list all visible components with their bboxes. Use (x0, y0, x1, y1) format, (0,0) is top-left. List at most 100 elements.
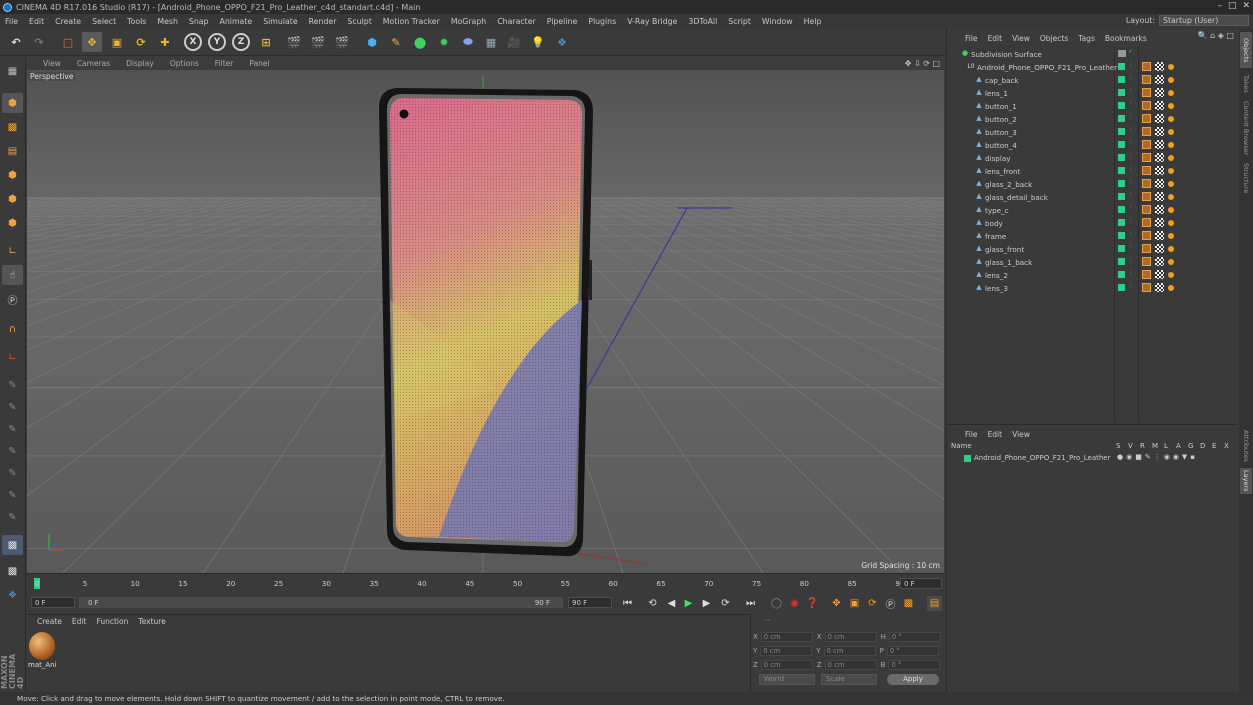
autokey-icon[interactable]: ◉ (787, 596, 802, 611)
menu-simulate[interactable]: Simulate (263, 17, 297, 26)
layer-row[interactable]: Android_Phone_OPPO_F21_Pro_Leather ●◉■✎⋮… (947, 453, 1239, 465)
visibility-dots-icon[interactable]: ⋮ (1128, 256, 1134, 263)
texture-tag-icon[interactable] (1155, 257, 1164, 266)
texture-tag-icon[interactable] (1155, 192, 1164, 201)
object-row[interactable]: ▲ glass_1_back ⋮ (947, 255, 1239, 268)
phong-tag-icon[interactable] (1168, 272, 1174, 278)
visibility-dots-icon[interactable]: ⋮ (1128, 113, 1134, 120)
minimize-button[interactable]: – (1217, 1, 1222, 11)
menu-create[interactable]: Create (55, 17, 81, 26)
visibility-dots-icon[interactable]: ⋮ (1128, 191, 1134, 198)
attr-menu-file[interactable]: File (965, 430, 978, 439)
coord-h-field[interactable]: 0 ° (888, 631, 941, 642)
play-icon[interactable]: ▶ (681, 596, 696, 611)
redo-icon[interactable]: ↷ (29, 32, 49, 52)
texture-tag-icon[interactable] (1155, 153, 1164, 162)
grid-snap-icon[interactable]: ▩ (2, 535, 23, 555)
obj-menu-file[interactable]: File (965, 34, 978, 43)
obj-menu-tags[interactable]: Tags (1078, 34, 1095, 43)
z-axis-lock-icon[interactable]: Z (232, 33, 250, 51)
coord-mode-dropdown[interactable]: World (759, 674, 815, 685)
scale-tool-icon[interactable]: ▣ (107, 32, 127, 52)
menu-help[interactable]: Help (804, 17, 822, 26)
prev-key-icon[interactable]: ⟲ (645, 596, 660, 611)
mat-menu-texture[interactable]: Texture (138, 617, 165, 626)
material-tag-icon[interactable] (1142, 101, 1151, 110)
tab-takes[interactable]: Takes (1240, 72, 1252, 96)
next-key-icon[interactable]: ⟳ (718, 596, 733, 611)
material-tag-icon[interactable] (1142, 88, 1151, 97)
menu-file[interactable]: File (5, 17, 18, 26)
obj-menu-objects[interactable]: Objects (1040, 34, 1068, 43)
render-picture-viewer-icon[interactable]: 🎬 (308, 32, 328, 52)
material-tag-icon[interactable] (1142, 75, 1151, 84)
pen-spline-icon[interactable]: ✎ (386, 32, 406, 52)
magnet-icon[interactable]: ∩ (2, 319, 23, 339)
object-row[interactable]: ▲ type_c ⋮ (947, 203, 1239, 216)
pla-key-icon[interactable]: ▩ (901, 596, 916, 611)
menu-snap[interactable]: Snap (189, 17, 209, 26)
object-row-subdivision[interactable]: ● Subdivision Surface ✓ (947, 47, 1239, 60)
object-row[interactable]: ▲ frame ⋮ (947, 229, 1239, 242)
layer-color-swatch[interactable] (1118, 258, 1125, 265)
mat-menu-function[interactable]: Function (96, 617, 128, 626)
extrude-tool-icon[interactable]: ✎ (2, 419, 23, 439)
undo-icon[interactable]: ↶ (6, 32, 26, 52)
layer-color-swatch[interactable] (1118, 63, 1125, 70)
rotation-key-icon[interactable]: ⟳ (865, 596, 880, 611)
apply-button[interactable]: Apply (887, 674, 939, 685)
menu-sculpt[interactable]: Sculpt (347, 17, 371, 26)
material-tag-icon[interactable] (1142, 127, 1151, 136)
phong-tag-icon[interactable] (1168, 64, 1174, 70)
coord-b-field[interactable]: 0 ° (888, 659, 941, 670)
3d-viewport[interactable]: Perspective Grid Spacing : 10 cm (27, 70, 944, 573)
visibility-dots-icon[interactable]: ⋮ (1128, 269, 1134, 276)
visibility-dots-icon[interactable]: ⋮ (1128, 100, 1134, 107)
menu-edit[interactable]: Edit (29, 17, 44, 26)
material-tag-icon[interactable] (1142, 283, 1151, 292)
subdivision-tag-icon[interactable] (1119, 50, 1126, 57)
phong-tag-icon[interactable] (1168, 168, 1174, 174)
obj-menu-view[interactable]: View (1012, 34, 1030, 43)
phong-tag-icon[interactable] (1168, 246, 1174, 252)
python-icon[interactable]: ❖ (552, 32, 572, 52)
next-frame-icon[interactable]: ▶ (699, 596, 714, 611)
layout-dropdown[interactable]: Startup (User) (1159, 15, 1249, 26)
phong-tag-icon[interactable] (1168, 129, 1174, 135)
quantize-icon[interactable]: ▩ (2, 561, 23, 581)
layer-color-swatch[interactable] (1118, 193, 1125, 200)
polygons-mode-icon[interactable]: ⬢ (2, 213, 23, 233)
texture-tag-icon[interactable] (1155, 231, 1164, 240)
object-row[interactable]: ▲ lens_front ⋮ (947, 164, 1239, 177)
bevel-tool-icon[interactable]: ✎ (2, 441, 23, 461)
coord-sz-field[interactable]: 0 cm (824, 659, 877, 670)
maximize-button[interactable]: □ (1228, 1, 1237, 11)
material-tag-icon[interactable] (1142, 140, 1151, 149)
visibility-dots-icon[interactable]: ⋮ (1128, 178, 1134, 185)
visibility-dots-icon[interactable]: ⋮ (1128, 230, 1134, 237)
menu-vray-bridge[interactable]: V-Ray Bridge (627, 17, 677, 26)
timeline-ruler[interactable]: 051015202530354045505560657075808590 0 F (27, 573, 944, 593)
visibility-dots-icon[interactable]: ⋮ (1128, 61, 1134, 68)
smooth-tool-icon[interactable]: ✎ (2, 485, 23, 505)
object-row[interactable]: ▲ body ⋮ (947, 216, 1239, 229)
coordinate-system-icon[interactable]: ⊞ (256, 32, 276, 52)
points-mode-icon[interactable]: ⬢ (2, 165, 23, 185)
texture-tag-icon[interactable] (1155, 75, 1164, 84)
object-row[interactable]: ▲ button_4 ⋮ (947, 138, 1239, 151)
menu-render[interactable]: Render (309, 17, 337, 26)
rotate-tool-icon[interactable]: ⟳ (131, 32, 151, 52)
vp-menu-view[interactable]: View (43, 59, 61, 68)
menu-select[interactable]: Select (92, 17, 116, 26)
coord-sx-field[interactable]: 0 cm (824, 631, 877, 642)
vp-menu-cameras[interactable]: Cameras (77, 59, 110, 68)
texture-tag-icon[interactable] (1155, 244, 1164, 253)
material-tag-icon[interactable] (1142, 244, 1151, 253)
edges-mode-icon[interactable]: ⬢ (2, 189, 23, 209)
visibility-dots-icon[interactable]: ⋮ (1128, 282, 1134, 289)
object-row[interactable]: ▲ button_2 ⋮ (947, 112, 1239, 125)
layer-color-swatch[interactable] (1118, 271, 1125, 278)
live-selection-icon[interactable]: □ (58, 32, 78, 52)
start-frame-field[interactable]: 0 F (31, 597, 75, 608)
material-tag-icon[interactable] (1142, 166, 1151, 175)
